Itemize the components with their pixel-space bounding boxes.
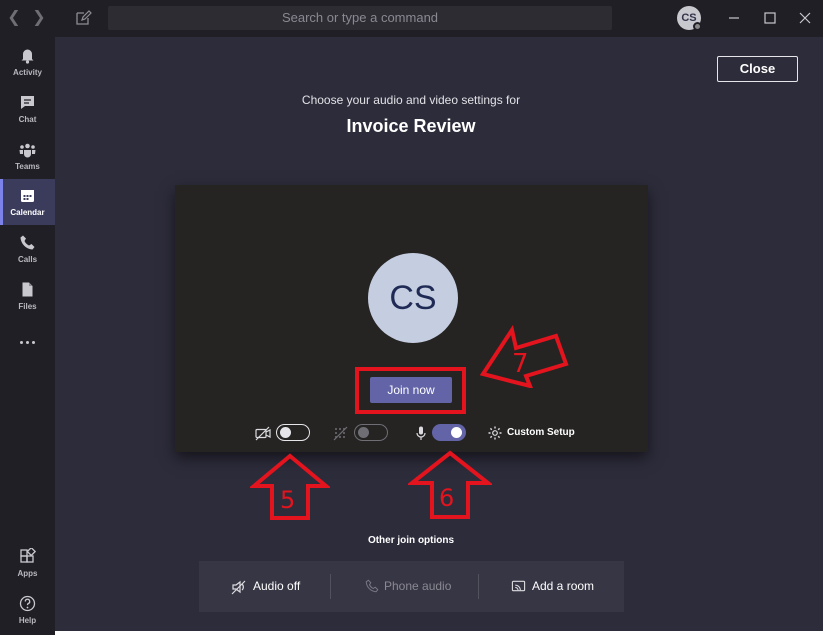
back-icon[interactable]: ❮ <box>6 9 22 27</box>
sidebar-item-more[interactable] <box>0 320 55 366</box>
calendar-icon <box>21 190 34 202</box>
maximize-icon[interactable] <box>760 8 780 28</box>
pre-join-subtitle: Choose your audio and video settings for <box>301 93 521 107</box>
sidebar-item-label: Files <box>18 302 37 311</box>
more-icon <box>20 341 35 344</box>
help-icon <box>19 595 36 612</box>
annotation-arrow-7: 7 <box>479 324 569 388</box>
sidebar-item-help[interactable]: Help <box>0 587 55 633</box>
background-blur-toggle[interactable] <box>354 424 388 441</box>
app-rail: Activity Chat Teams Calendar Calls Files… <box>0 37 55 635</box>
annotation-arrow-6: 6 <box>408 450 492 519</box>
meeting-title: Invoice Review <box>346 116 476 136</box>
cast-icon <box>511 580 526 592</box>
annotation-highlight-box <box>355 367 466 414</box>
custom-setup-link[interactable]: Custom Setup <box>507 427 575 438</box>
phone-icon <box>365 579 379 593</box>
sidebar-item-label: Activity <box>13 68 42 77</box>
teams-icon <box>19 143 36 158</box>
camera-toggle[interactable] <box>276 424 310 441</box>
close-button[interactable]: Close <box>717 56 798 82</box>
presence-indicator <box>693 22 702 31</box>
sidebar-item-chat[interactable]: Chat <box>0 86 55 132</box>
other-join-options-label: Other join options <box>367 535 455 546</box>
sidebar-item-files[interactable]: Files <box>0 273 55 319</box>
search-input[interactable]: Search or type a command <box>108 6 612 30</box>
sidebar-item-label: Chat <box>18 115 37 124</box>
option-label: Add a room <box>532 579 595 593</box>
microphone-toggle[interactable] <box>432 424 466 441</box>
sidebar-item-apps[interactable]: Apps <box>0 540 55 586</box>
annotation-arrow-5: 5 <box>250 453 330 520</box>
bottom-strip <box>55 631 823 635</box>
forward-icon[interactable]: ❯ <box>31 9 47 27</box>
minimize-icon[interactable] <box>724 8 744 28</box>
option-divider <box>478 574 479 599</box>
sidebar-item-label: Help <box>18 616 37 625</box>
microphone-icon <box>416 426 426 440</box>
sidebar-item-calendar[interactable]: Calendar <box>0 179 55 225</box>
phone-icon <box>20 235 35 250</box>
avatar: CS <box>368 253 458 343</box>
sidebar-item-label: Calendar <box>10 208 45 217</box>
annotation-number: 6 <box>439 484 454 512</box>
device-controls: Custom Setup <box>175 421 648 445</box>
annotation-number: 7 <box>512 349 529 379</box>
sidebar-item-label: Calls <box>17 255 38 264</box>
background-blur-icon <box>333 426 348 441</box>
video-preview: CS Join now Custom Setup <box>175 185 648 452</box>
compose-icon[interactable] <box>74 9 92 27</box>
sidebar-item-activity[interactable]: Activity <box>0 39 55 85</box>
camera-off-icon <box>255 426 271 441</box>
option-divider <box>330 574 331 599</box>
bell-icon <box>21 49 34 64</box>
title-bar: ❮ ❯ Search or type a command CS <box>0 0 823 37</box>
sidebar-item-teams[interactable]: Teams <box>0 133 55 179</box>
option-label: Phone audio <box>384 579 452 593</box>
join-options-bar: Audio off Phone audio Add a room <box>199 561 624 612</box>
apps-icon <box>20 548 36 563</box>
speaker-off-icon <box>231 580 246 595</box>
chat-icon <box>21 96 34 109</box>
close-window-icon[interactable] <box>795 8 815 28</box>
option-label: Audio off <box>253 579 301 593</box>
sidebar-item-label: Apps <box>17 569 38 578</box>
file-icon <box>22 282 33 297</box>
sidebar-item-label: Teams <box>15 162 40 171</box>
gear-icon[interactable] <box>487 425 503 441</box>
annotation-number: 5 <box>280 486 295 514</box>
sidebar-item-calls[interactable]: Calls <box>0 226 55 272</box>
